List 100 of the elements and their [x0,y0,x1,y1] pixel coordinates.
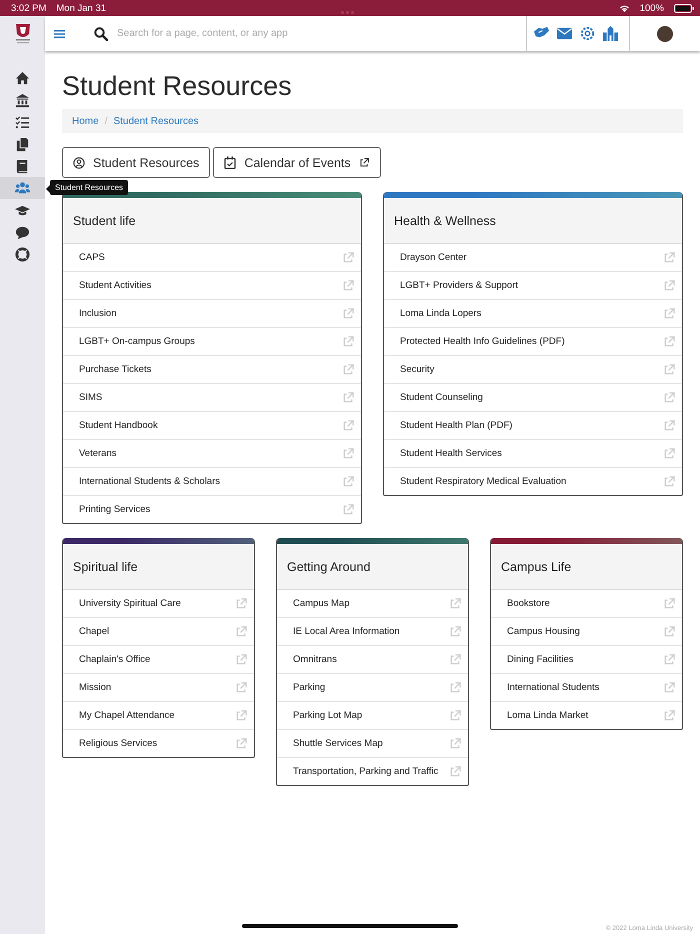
speech-bubble-icon [15,224,30,240]
external-link-icon [663,251,676,264]
resource-link[interactable]: Mission [63,674,254,702]
resource-link[interactable]: Loma Linda Lopers [384,300,682,328]
external-link-icon [235,625,248,638]
home-icon [15,70,30,86]
external-link-icon [663,363,676,376]
external-link-icon [342,335,355,348]
external-link-icon [663,447,676,460]
external-link-icon [663,279,676,292]
resource-link[interactable]: LGBT+ Providers & Support [384,272,682,300]
resource-link[interactable]: Chapel [63,618,254,646]
card-title: Health & Wellness [394,214,496,228]
resource-link[interactable]: International Students & Scholars [63,468,361,496]
breadcrumb-link[interactable]: Home [72,116,99,126]
resource-link[interactable]: Veterans [63,440,361,468]
resource-link[interactable]: Printing Services [63,496,361,523]
external-link-icon [342,419,355,432]
external-link-icon [342,279,355,292]
resource-link[interactable]: Campus Map [277,590,468,618]
user-circle-icon [73,156,85,168]
resource-link[interactable]: Dining Facilities [491,646,682,674]
external-link-icon [449,653,462,666]
external-link-icon [449,625,462,638]
battery-icon [674,4,694,12]
external-link-icon [663,307,676,320]
resource-link[interactable]: Student Handbook [63,412,361,440]
resource-link[interactable]: Student Respiratory Medical Evaluation [384,468,682,495]
external-link-icon [342,503,355,516]
external-link-icon [663,709,676,722]
external-link-icon [663,653,676,666]
checklist-icon [15,114,30,130]
external-link-icon [358,157,370,168]
resource-link[interactable]: Chaplain's Office [63,646,254,674]
resource-link[interactable]: Protected Health Info Guidelines (PDF) [384,328,682,356]
external-link-icon [342,363,355,376]
bank-icon [15,92,30,108]
resource-link[interactable]: Purchase Tickets [63,356,361,384]
people-icon [15,180,30,196]
nav-button[interactable]: Student Resources [62,147,210,178]
external-link-icon [342,391,355,404]
life-ring-icon [15,246,30,262]
resource-link[interactable]: Religious Services [63,730,254,757]
wifi-icon [618,4,630,12]
resource-link[interactable]: Shuttle Services Map [277,730,468,758]
resource-link[interactable]: Drayson Center [384,244,682,272]
external-link-icon [342,251,355,264]
search-field[interactable]: Search for a page, content, or any app [117,28,447,39]
battery-percent: 100% [640,2,664,14]
nav-button[interactable]: Calendar of Events [213,147,381,178]
search-icon [94,26,108,40]
envelope-icon[interactable] [556,25,573,42]
resource-link[interactable]: Student Counseling [384,384,682,412]
card-title: Spiritual life [73,560,138,574]
external-link-icon [449,681,462,694]
resource-link[interactable]: Bookstore [491,590,682,618]
resource-link[interactable]: Campus Housing [491,618,682,646]
external-link-icon [663,475,676,488]
resource-link[interactable]: Parking Lot Map [277,702,468,730]
external-link-icon [235,737,248,750]
breadcrumb-separator: / [104,116,108,126]
resource-link[interactable]: Omnitrans [277,646,468,674]
resource-link[interactable]: My Chapel Attendance [63,702,254,730]
dotted-circle-icon[interactable] [579,25,596,42]
external-link-icon [449,765,462,778]
external-link-icon [663,625,676,638]
external-link-icon [342,475,355,488]
resource-link[interactable]: Transportation, Parking and Traffic [277,758,468,785]
resource-link[interactable]: Student Activities [63,272,361,300]
building-icon[interactable] [602,25,619,42]
external-link-icon [449,737,462,750]
resource-link[interactable]: Loma Linda Market [491,702,682,729]
card-title: Campus Life [501,560,572,574]
external-link-icon [342,307,355,320]
external-link-icon [235,709,248,722]
external-link-icon [663,391,676,404]
resource-link[interactable]: Security [384,356,682,384]
page-title: Student Resources [62,71,293,102]
resource-link[interactable]: Student Health Plan (PDF) [384,412,682,440]
external-link-icon [449,597,462,610]
external-link-icon [342,447,355,460]
card-title: Getting Around [287,560,370,574]
menu-icon[interactable] [54,28,65,38]
copy-icon [15,136,30,152]
card-title: Student life [73,214,136,228]
status-time: 3:02 PM [11,2,46,14]
resource-link[interactable]: IE Local Area Information [277,618,468,646]
breadcrumb-link[interactable]: Student Resources [113,116,199,126]
external-link-icon [663,419,676,432]
external-link-icon [663,597,676,610]
resource-link[interactable]: University Spiritual Care [63,590,254,618]
resource-link[interactable]: International Students [491,674,682,702]
resource-link[interactable]: SIMS [63,384,361,412]
resource-link[interactable]: CAPS [63,244,361,272]
resource-link[interactable]: LGBT+ On-campus Groups [63,328,361,356]
avatar[interactable] [657,26,673,42]
resource-link[interactable]: Student Health Services [384,440,682,468]
resource-link[interactable]: Inclusion [63,300,361,328]
status-date: Mon Jan 31 [56,2,106,14]
resource-link[interactable]: Parking [277,674,468,702]
